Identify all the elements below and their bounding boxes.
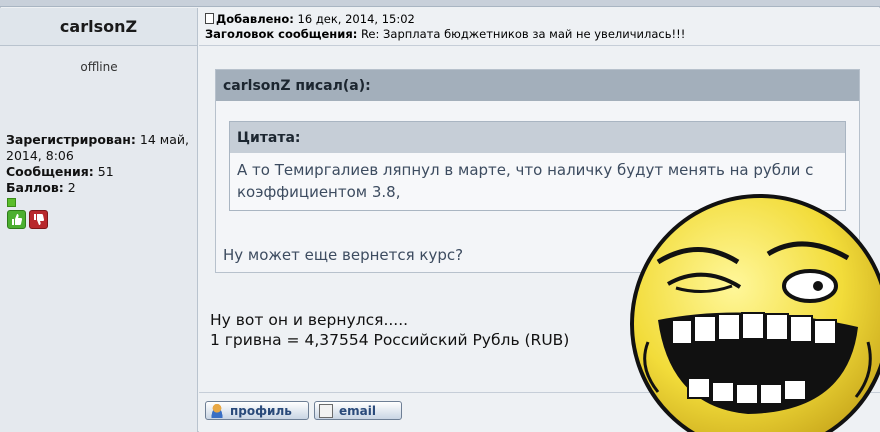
top-divider <box>0 0 880 7</box>
profile-button-label: профиль <box>230 403 292 418</box>
inner-quote-title: Цитата: <box>230 122 845 153</box>
message-text: Ну вот он и вернулся..... 1 гривна = 4,3… <box>210 310 569 350</box>
post-header: Добавлено: 16 дек, 2014, 15:02 Заголовок… <box>199 8 880 46</box>
outer-quote-text: Ну может еще вернется курс? <box>223 246 464 264</box>
thumb-up-icon[interactable] <box>7 210 26 229</box>
profile-button[interactable]: профиль <box>205 401 309 420</box>
points-label: Баллов: <box>6 180 64 195</box>
messages-label: Сообщения: <box>6 164 94 179</box>
person-icon <box>210 403 224 418</box>
online-status: offline <box>80 60 118 74</box>
message-line: Ну вот он и вернулся..... <box>210 311 409 329</box>
author-header: carlsonZ <box>0 8 198 46</box>
mail-icon <box>319 403 333 418</box>
thumb-down-icon[interactable] <box>29 210 48 229</box>
added-label: Добавлено: <box>216 12 294 26</box>
document-icon[interactable] <box>205 13 214 24</box>
messages-value: 51 <box>97 164 114 179</box>
registered-label: Зарегистрирован: <box>6 132 136 147</box>
author-column: offline Зарегистрирован: 14 май, 2014, 8… <box>0 46 198 432</box>
outer-quote-title: carlsonZ писал(а): <box>216 70 859 101</box>
troll-smiley-image <box>630 194 880 432</box>
reputation-icon <box>7 198 16 207</box>
email-button-label: email <box>339 403 376 418</box>
author-name[interactable]: carlsonZ <box>60 17 137 36</box>
message-line: 1 гривна = 4,37554 Российский Рубль (RUB… <box>210 331 570 349</box>
points-value: 2 <box>67 180 76 195</box>
subject-value: Re: Зарплата бюджетников за май не увели… <box>360 27 686 41</box>
added-value: 16 дек, 2014, 15:02 <box>297 12 415 26</box>
subject-label: Заголовок сообщения: <box>205 27 358 41</box>
author-details: Зарегистрирован: 14 май, 2014, 8:06 Сооб… <box>6 132 194 196</box>
email-button[interactable]: email <box>314 401 402 420</box>
